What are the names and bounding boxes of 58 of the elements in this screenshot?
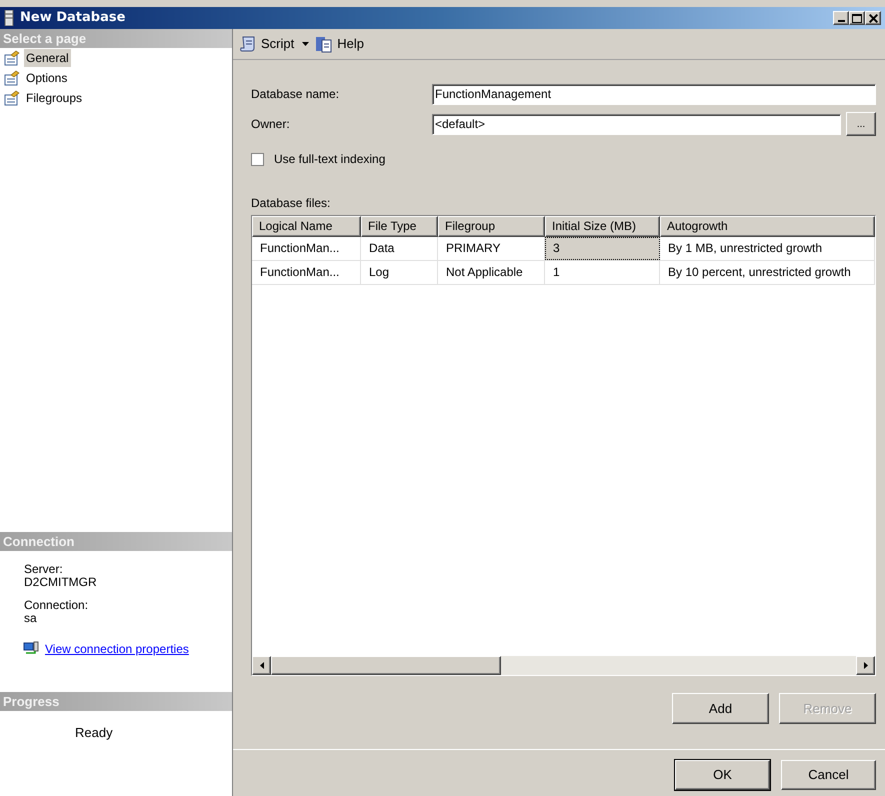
table-cell: Not Applicable: [438, 261, 545, 284]
field-label: Owner:: [251, 116, 291, 133]
left-arrow-icon: [260, 662, 264, 669]
page-icon: [4, 50, 20, 66]
table-cell: By 1 MB, unrestricted growth: [660, 237, 875, 260]
table-cell: 1: [545, 261, 660, 284]
table-cell: FunctionMan...: [252, 261, 361, 284]
dialog-button[interactable]: Cancel: [781, 760, 876, 790]
connection-label: Connection:: [24, 599, 90, 612]
scroll-icon: [239, 35, 257, 53]
page-item[interactable]: Filegroups: [24, 89, 84, 107]
table-cell: 3: [545, 237, 660, 260]
column-header[interactable]: Initial Size (MB): [545, 216, 660, 237]
page-icon: [4, 90, 20, 106]
right-arrow-icon: [864, 662, 868, 669]
field-label: Database name:: [251, 86, 340, 103]
page-item[interactable]: Options: [24, 69, 70, 87]
checkbox-label: Use full-text indexing: [274, 151, 386, 168]
maximize-button[interactable]: [849, 11, 865, 25]
toolbar-button[interactable]: Script: [239, 34, 310, 54]
database-name-field[interactable]: FunctionManagement: [432, 84, 876, 104]
owner-field[interactable]: <default>: [432, 114, 841, 134]
column-header[interactable]: Filegroup: [438, 216, 545, 237]
checkbox[interactable]: [251, 152, 264, 166]
table-cell: FunctionMan...: [252, 237, 361, 260]
section-label: Database files:: [251, 195, 332, 212]
table-cell: Data: [361, 237, 438, 260]
scrollbar-thumb[interactable]: [271, 656, 501, 675]
column-header[interactable]: Autogrowth: [660, 216, 875, 237]
toolbar-button[interactable]: Help: [315, 34, 364, 54]
server-value: D2CMITMGR: [24, 576, 98, 589]
horizontal-scrollbar[interactable]: [252, 656, 875, 675]
progress-status: Ready: [75, 725, 113, 740]
database-icon: [4, 10, 14, 26]
close-icon: [868, 14, 878, 22]
server-label: Server:: [24, 563, 64, 576]
section-header: Connection: [0, 532, 232, 551]
table-cell: Log: [361, 261, 438, 284]
window-title: New Database: [20, 9, 126, 28]
minimize-icon: [838, 20, 844, 22]
browse-button[interactable]: ...: [846, 112, 876, 136]
caret-icon: [302, 42, 310, 46]
document-icon: [315, 35, 334, 53]
connection-value: sa: [24, 612, 38, 625]
minimize-button[interactable]: [833, 11, 849, 25]
column-header[interactable]: Logical Name: [252, 216, 361, 237]
section-header: Progress: [0, 692, 232, 711]
network-computer-icon: [23, 641, 39, 657]
maximize-icon: [852, 14, 862, 22]
section-header: Select a page: [0, 29, 232, 48]
column-header[interactable]: File Type: [361, 216, 438, 237]
table-cell: By 10 percent, unrestricted growth: [660, 261, 875, 284]
close-button[interactable]: [865, 11, 881, 25]
connection-properties-link[interactable]: View connection properties: [45, 640, 189, 658]
grid-button[interactable]: Add: [672, 693, 769, 724]
page-icon: [4, 70, 20, 86]
page-item[interactable]: General: [24, 49, 71, 67]
dialog-button[interactable]: OK: [675, 760, 770, 790]
